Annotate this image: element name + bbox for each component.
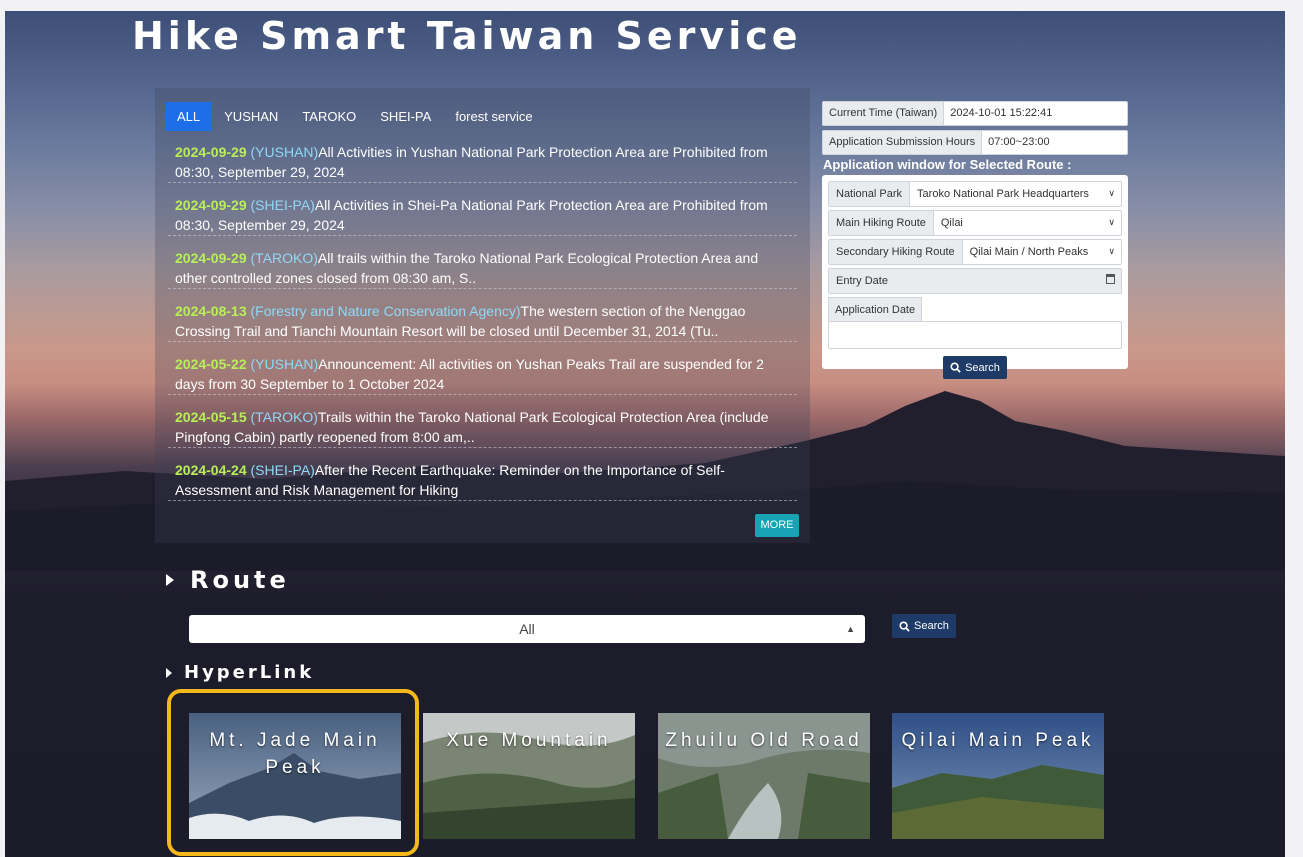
tab-shei-pa[interactable]: SHEI-PA	[368, 102, 443, 131]
site-title: Hike Smart Taiwan Service	[132, 14, 802, 58]
current-time-value: 2024-10-01 15:22:41	[950, 107, 1053, 119]
news-date: 2024-09-29	[175, 250, 247, 266]
tile-label: Qilai Main Peak	[901, 730, 1095, 751]
route-search-button[interactable]: Search	[892, 614, 956, 638]
news-item[interactable]: 2024-09-29 (TAROKO)All trails within the…	[168, 244, 797, 289]
news-item[interactable]: 2024-08-13 (Forestry and Nature Conserva…	[168, 297, 797, 342]
news-date: 2024-09-29	[175, 197, 247, 213]
route-application-card: National Park Taroko National Park Headq…	[822, 175, 1128, 379]
main-route-value: Qilai	[940, 217, 963, 229]
secondary-route-value: Qilai Main / North Peaks	[969, 246, 1089, 258]
current-time-label: Current Time (Taiwan)	[823, 102, 945, 125]
submission-hours-row: Application Submission Hours 07:00~23:00	[822, 130, 1128, 155]
news-item[interactable]: 2024-05-15 (TAROKO)Trails within the Tar…	[168, 403, 797, 448]
more-button[interactable]: MORE	[755, 514, 799, 537]
main-route-label: Main Hiking Route	[829, 211, 934, 235]
current-time-row: Current Time (Taiwan) 2024-10-01 15:22:4…	[822, 101, 1128, 126]
tab-all[interactable]: ALL	[165, 102, 213, 131]
caret-right-icon	[166, 667, 172, 678]
tile-label: Xue Mountain	[446, 730, 612, 751]
chevron-down-icon: ∨	[1108, 217, 1115, 227]
secondary-route-select[interactable]: Secondary Hiking Route Qilai Main / Nort…	[828, 239, 1122, 265]
application-date-label: Application Date	[828, 297, 923, 321]
select-arrows-icon: ▲︎	[846, 624, 855, 634]
route-search-label: Search	[914, 620, 949, 632]
tab-taroko[interactable]: TAROKO	[290, 102, 368, 131]
entry-date-field[interactable]: Entry Date	[828, 268, 1122, 294]
national-park-label: National Park	[829, 182, 911, 206]
national-park-select[interactable]: National Park Taroko National Park Headq…	[828, 181, 1122, 207]
selected-tile-highlight	[167, 689, 419, 856]
main-route-select[interactable]: Main Hiking Route Qilai ∨	[828, 210, 1122, 236]
chevron-down-icon: ∨	[1108, 188, 1115, 198]
route-title-text: Route	[190, 566, 290, 594]
route-select[interactable]: All ▲︎	[189, 615, 865, 643]
chevron-down-icon: ∨	[1108, 246, 1115, 256]
hyperlink-title-text: HyperLink	[184, 662, 315, 683]
tab-forest-service[interactable]: forest service	[443, 102, 544, 131]
news-category: (YUSHAN)	[250, 356, 319, 372]
news-item[interactable]: 2024-09-29 (SHEI-PA)All Activities in Sh…	[168, 191, 797, 236]
news-list: 2024-09-29 (YUSHAN)All Activities in Yus…	[168, 138, 797, 509]
news-tabs: ALL YUSHAN TAROKO SHEI-PA forest service	[165, 102, 545, 131]
application-search-button[interactable]: Search	[943, 356, 1007, 379]
hyperlink-tile-qilai-main-peak[interactable]: Qilai Main Peak	[892, 713, 1104, 839]
tab-yushan[interactable]: YUSHAN	[212, 102, 290, 131]
application-panel: Current Time (Taiwan) 2024-10-01 15:22:4…	[822, 101, 1128, 379]
entry-date-label: Entry Date	[829, 269, 895, 293]
news-date: 2024-04-24	[175, 462, 247, 478]
search-icon	[950, 362, 961, 373]
submission-hours-value: 07:00~23:00	[988, 136, 1050, 148]
route-select-value: All	[519, 621, 535, 637]
news-item[interactable]: 2024-04-24 (SHEI-PA)After the Recent Ear…	[168, 456, 797, 501]
news-item[interactable]: 2024-09-29 (YUSHAN)All Activities in Yus…	[168, 138, 797, 183]
news-date: 2024-09-29	[175, 144, 247, 160]
news-date: 2024-05-22	[175, 356, 247, 372]
news-item[interactable]: 2024-05-22 (YUSHAN)Announcement: All act…	[168, 350, 797, 395]
tile-label: Zhuilu Old Road	[665, 730, 863, 751]
news-category: (Forestry and Nature Conservation Agency…	[250, 303, 521, 319]
news-category: (TAROKO)	[250, 250, 318, 266]
application-search-label: Search	[965, 361, 1000, 374]
news-date: 2024-08-13	[175, 303, 247, 319]
secondary-route-label: Secondary Hiking Route	[829, 240, 963, 264]
hyperlink-section-title: HyperLink	[166, 662, 314, 683]
route-section-title: Route	[166, 566, 290, 594]
search-icon	[899, 620, 910, 632]
application-date-input[interactable]	[828, 321, 1122, 349]
caret-right-icon	[166, 574, 174, 586]
hyperlink-tile-xue-mountain[interactable]: Xue Mountain	[423, 713, 635, 839]
application-window-title: Application window for Selected Route :	[823, 157, 1072, 172]
news-category: (YUSHAN)	[250, 144, 319, 160]
entry-date-value	[895, 269, 1121, 293]
hyperlink-tile-zhuilu-old-road[interactable]: Zhuilu Old Road	[658, 713, 870, 839]
news-category: (TAROKO)	[250, 409, 318, 425]
news-category: (SHEI-PA)	[250, 462, 315, 478]
submission-hours-label: Application Submission Hours	[823, 131, 983, 154]
news-category: (SHEI-PA)	[250, 197, 315, 213]
calendar-icon[interactable]	[1106, 274, 1115, 284]
news-date: 2024-05-15	[175, 409, 247, 425]
national-park-value: Taroko National Park Headquarters	[917, 188, 1089, 200]
